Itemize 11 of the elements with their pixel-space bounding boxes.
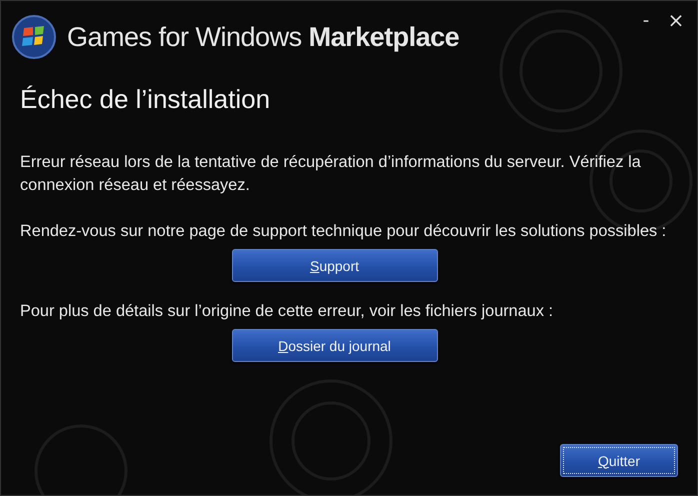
instruction-text: Pour plus de détails sur l’origine de cette erreur, voir les fichiers journaux : xyxy=(20,301,554,322)
error-message: Erreur réseau lors de la tentative de récupération d’informations du serveur. Vérifiez la connexion réseau et réessayez. xyxy=(20,152,642,196)
instruction-text: Rendez-vous sur notre page de support technique pour découvrir les solutions possibles : xyxy=(20,221,668,242)
quit-button[interactable]: Quitter xyxy=(560,444,678,477)
minimize-button[interactable]: - xyxy=(633,8,659,32)
windows-logo-icon xyxy=(11,14,57,60)
heading: Échec de l’installation xyxy=(20,84,272,115)
log-folder-button[interactable]: Dossier du journal xyxy=(232,329,438,362)
app-title: Games for Windows Marketplace xyxy=(67,22,460,52)
support-button[interactable]: Support xyxy=(232,249,438,282)
close-button[interactable]: × xyxy=(663,8,689,32)
